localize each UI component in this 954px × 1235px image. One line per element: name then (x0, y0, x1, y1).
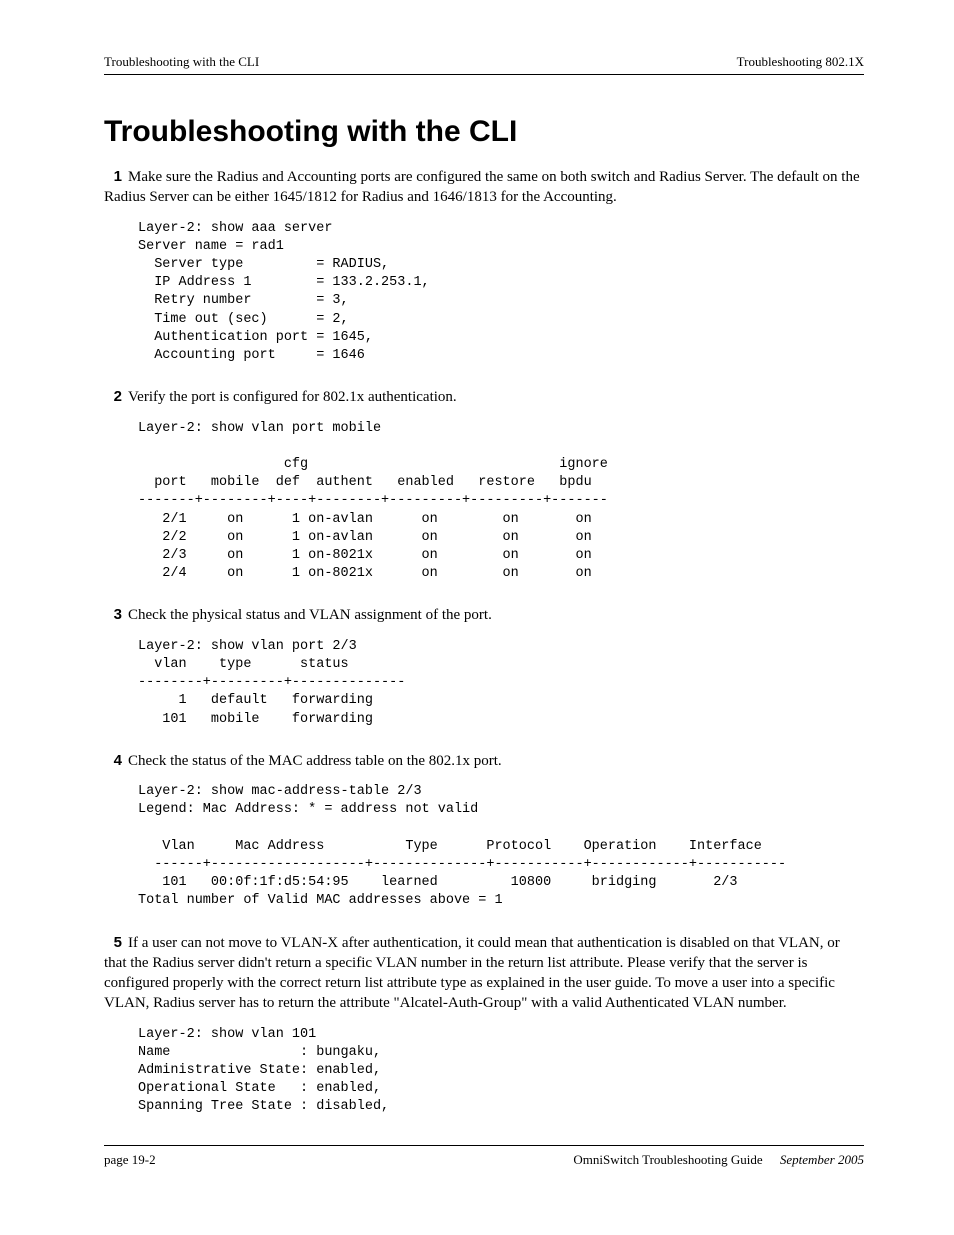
page-title: Troubleshooting with the CLI (104, 115, 864, 149)
steps-list: 1Make sure the Radius and Accounting por… (104, 167, 864, 1117)
code-block: Layer-2: show vlan port mobile cfg ignor… (138, 420, 864, 584)
step-number: 5 (104, 933, 122, 953)
footer-date: September 2005 (780, 1152, 864, 1167)
step-number: 4 (104, 751, 122, 771)
page-container: Troubleshooting with the CLI Troubleshoo… (0, 0, 954, 1208)
step: 1Make sure the Radius and Accounting por… (104, 167, 864, 365)
code-block: Layer-2: show vlan port 2/3 vlan type st… (138, 638, 864, 729)
code-block: Layer-2: show mac-address-table 2/3 Lege… (138, 783, 864, 911)
step: 4 Check the status of the MAC address tab… (104, 751, 864, 911)
footer-right: OmniSwitch Troubleshooting Guide Septemb… (573, 1152, 864, 1168)
step-body-text: Check the physical status and VLAN assig… (128, 607, 492, 623)
step: 3 Check the physical status and VLAN assi… (104, 605, 864, 728)
step-text: 1Make sure the Radius and Accounting por… (104, 167, 864, 208)
step-body-text: Check the status of the MAC address tabl… (128, 753, 502, 769)
step-body-text: Make sure the Radius and Accounting port… (104, 169, 860, 205)
page-header: Troubleshooting with the CLI Troubleshoo… (104, 54, 864, 75)
step-text: 4 Check the status of the MAC address tab… (104, 751, 864, 771)
step: 5If a user can not move to VLAN-X after … (104, 933, 864, 1117)
step-text: 2 Verify the port is configured for 802.1… (104, 387, 864, 407)
step-text: 3 Check the physical status and VLAN assi… (104, 605, 864, 625)
header-left: Troubleshooting with the CLI (104, 54, 259, 70)
step-number: 2 (104, 387, 122, 407)
footer-guide-title: OmniSwitch Troubleshooting Guide (573, 1152, 762, 1167)
step-text: 5If a user can not move to VLAN-X after … (104, 933, 864, 1014)
step-body-text: Verify the port is configured for 802.1x… (128, 389, 457, 405)
step-body-text: If a user can not move to VLAN-X after a… (104, 935, 840, 1012)
step-number: 1 (104, 167, 122, 187)
header-right: Troubleshooting 802.1X (737, 54, 864, 70)
page-footer: page 19-2 OmniSwitch Troubleshooting Gui… (104, 1145, 864, 1168)
footer-page-number: page 19-2 (104, 1152, 156, 1168)
code-block: Layer-2: show vlan 101 Name : bungaku, A… (138, 1026, 864, 1117)
step-number: 3 (104, 605, 122, 625)
code-block: Layer-2: show aaa server Server name = r… (138, 220, 864, 366)
step: 2 Verify the port is configured for 802.1… (104, 387, 864, 583)
